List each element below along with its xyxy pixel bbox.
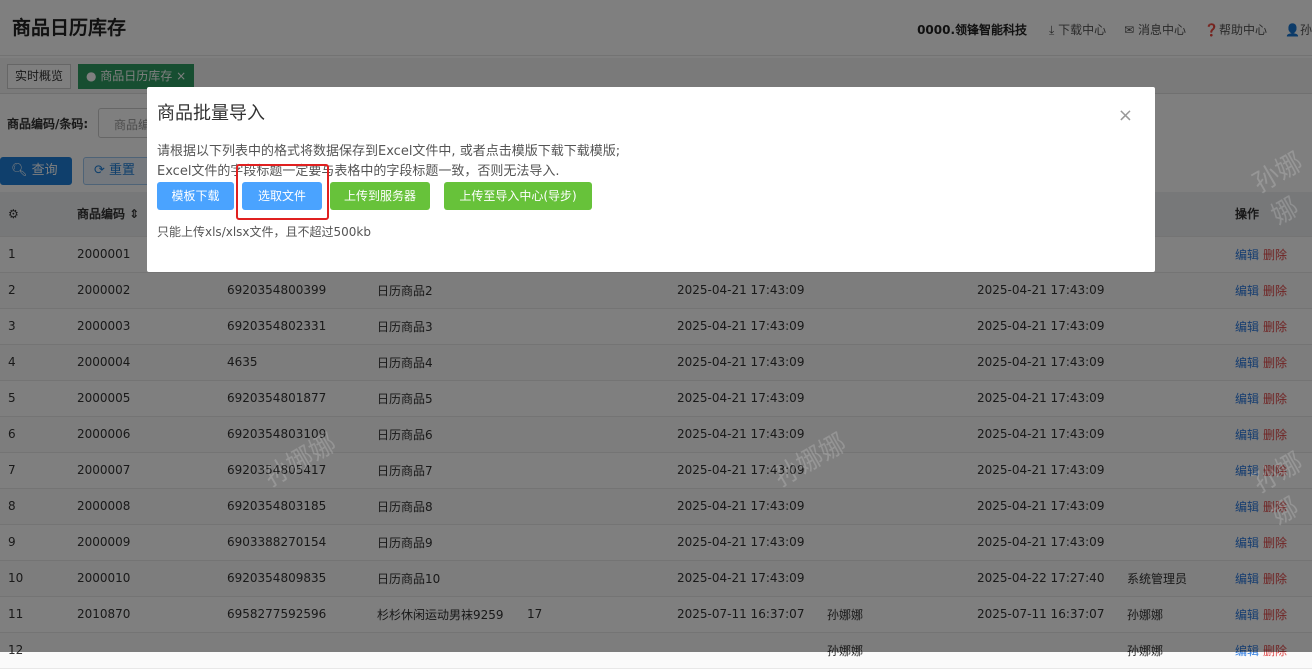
upload-server-button[interactable]: 上传到服务器 (330, 182, 430, 210)
template-download-button[interactable]: 模板下载 (157, 182, 234, 210)
dialog-description: 请根据以下列表中的格式将数据保存到Excel文件中, 或者点击模版下载下载模版;… (157, 144, 621, 179)
import-dialog: 商品批量导入 × 请根据以下列表中的格式将数据保存到Excel文件中, 或者点击… (147, 87, 1155, 272)
upload-hint: 只能上传xls/xlsx文件，且不超过500kb (157, 225, 371, 239)
close-icon[interactable]: × (1118, 105, 1133, 126)
upload-import-center-button[interactable]: 上传至导入中心(导步) (444, 182, 592, 210)
highlight-box (236, 164, 329, 220)
dialog-title: 商品批量导入 (157, 103, 265, 124)
